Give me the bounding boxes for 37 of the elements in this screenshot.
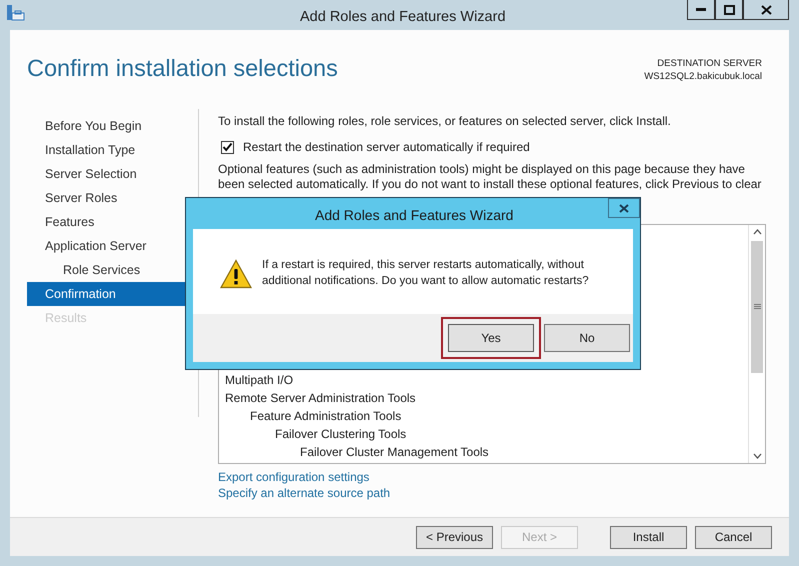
feature-item: Failover Clustering Tools [275, 427, 406, 441]
window-title: Add Roles and Features Wizard [300, 8, 506, 27]
dialog-button[interactable]: No [544, 324, 630, 352]
close-button[interactable] [743, 0, 789, 20]
warning-icon [220, 259, 252, 289]
nav-item[interactable]: Server Selection [27, 162, 198, 186]
maximize-button[interactable] [715, 0, 743, 20]
maximize-icon [724, 4, 734, 14]
feature-item: Failover Cluster Management Tools [300, 445, 489, 459]
feature-item: Feature Administration Tools [250, 409, 402, 423]
instruction-text: To install the following roles, role services, or features on selected server, click Install. [218, 113, 672, 129]
dialog-button[interactable]: Yes [448, 324, 534, 352]
restart-checkbox[interactable] [221, 140, 234, 154]
link[interactable]: Export configuration settings [218, 469, 370, 485]
nav-item[interactable]: Before You Begin [27, 114, 198, 138]
close-button[interactable] [608, 198, 640, 218]
link[interactable]: Specify an alternate source path [218, 485, 390, 501]
nav-item[interactable]: Installation Type [27, 138, 198, 162]
destination-label: DESTINATION SERVER [656, 57, 762, 70]
minimize-button[interactable] [687, 0, 715, 20]
scrollbar[interactable] [748, 225, 765, 463]
close-icon [760, 4, 772, 14]
feature-item: Multipath I/O [225, 373, 294, 387]
dialog-message: If a restart is required, this server restarts automatically, without additional notifications. Do you want to allow automatic restarts? [262, 258, 590, 288]
wizard-button[interactable]: Install [610, 526, 687, 548]
close-icon [619, 204, 629, 212]
app-icon [6, 4, 26, 22]
dialog-title: Add Roles and Features Wizard [315, 206, 514, 225]
destination-server: WS12SQL2.bakicubuk.local [644, 70, 762, 83]
wizard-button[interactable]: < Previous [416, 526, 493, 548]
minimize-icon [696, 8, 706, 12]
page-title: Confirm installation selections [27, 56, 338, 83]
scroll-thumb[interactable] [751, 241, 763, 373]
note-text: Optional features (such as administration tools) might be displayed on this page because they have been selected automatically. If you do not want to install these optional features, click Previous to clear [218, 162, 762, 192]
feature-item: Remote Server Administration Tools [225, 391, 416, 405]
wizard-button[interactable]: Cancel [695, 526, 772, 548]
restart-label: Restart the destination server automatically if required [243, 139, 530, 156]
